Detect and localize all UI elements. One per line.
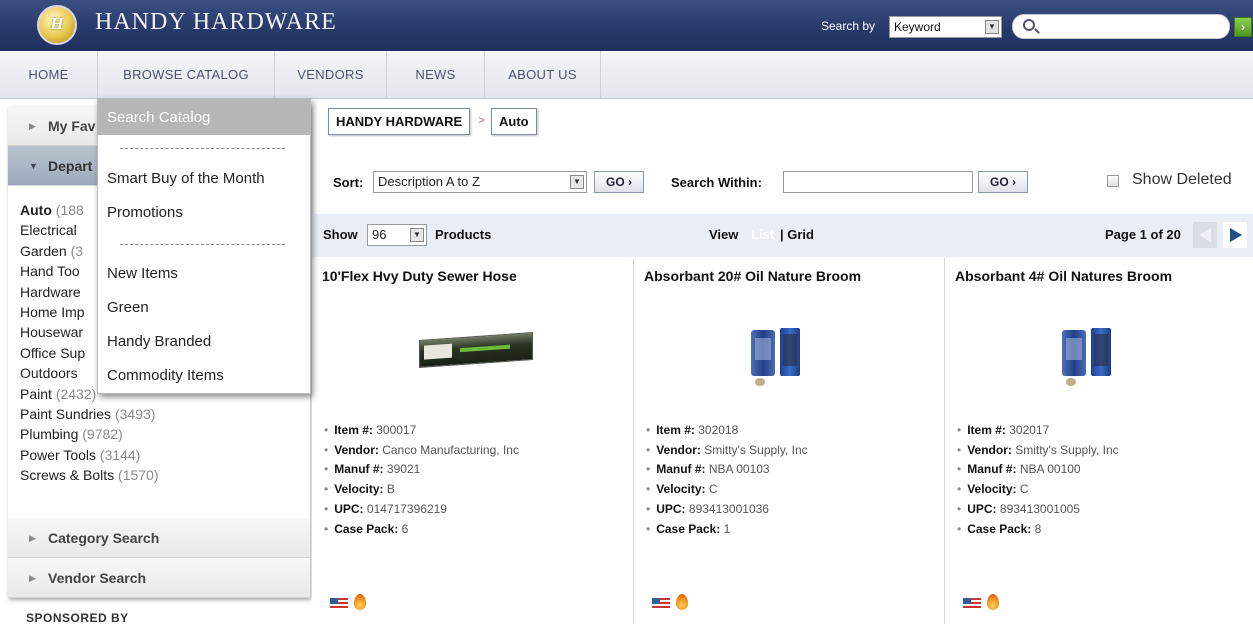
search-within-label: Search Within: <box>671 175 762 190</box>
menu-green[interactable]: Green <box>98 292 310 324</box>
nav-vendors[interactable]: VENDORS <box>275 51 387 99</box>
dept-item[interactable]: Paint Sundries (3493) <box>20 404 159 424</box>
sort-label: Sort: <box>333 175 364 190</box>
nav-home[interactable]: HOME <box>0 51 98 99</box>
product-specs: Item #: 302018 Vendor: Smitty's Supply, … <box>646 421 807 539</box>
chevron-down-icon: ▼ <box>570 175 584 189</box>
menu-search-catalog[interactable]: Search Catalog <box>98 99 310 135</box>
main-nav: HOME BROWSE CATALOG VENDORS NEWS ABOUT U… <box>0 51 1253 99</box>
show-deleted-label: Show Deleted <box>1132 171 1232 188</box>
search-input[interactable] <box>1012 14 1230 39</box>
chevron-down-icon: ▼ <box>410 228 424 242</box>
product-title[interactable]: Absorbant 4# Oil Natures Broom <box>955 268 1172 284</box>
view-label: View <box>709 227 739 242</box>
nav-news[interactable]: NEWS <box>387 51 485 99</box>
view-grid-link[interactable]: | Grid <box>780 227 814 242</box>
products-label: Products <box>435 227 492 242</box>
product-card[interactable]: Absorbant 20# Oil Nature Broom Item #: 3… <box>633 258 945 624</box>
chevron-right-icon: ▶ <box>29 121 36 131</box>
chevron-right-icon: ▶ <box>29 533 36 543</box>
hot-item-icon <box>676 594 688 610</box>
menu-promotions[interactable]: Promotions <box>98 197 310 229</box>
sort-go-button[interactable]: GO › <box>594 171 644 193</box>
show-label: Show <box>323 227 358 242</box>
dept-item[interactable]: Screws & Bolts (1570) <box>20 465 159 485</box>
dept-item[interactable]: Power Tools (3144) <box>20 445 159 465</box>
breadcrumb-separator: > <box>478 113 486 127</box>
menu-handy-branded[interactable]: Handy Branded <box>98 326 310 358</box>
product-specs: Item #: 300017 Vendor: Canco Manufacturi… <box>324 421 519 539</box>
hot-item-icon <box>354 594 366 610</box>
menu-smart-buy[interactable]: Smart Buy of the Month <box>98 163 310 195</box>
menu-divider <box>120 148 285 149</box>
product-image[interactable] <box>419 332 533 368</box>
product-card[interactable]: 10'Flex Hvy Duty Sewer Hose Item #: 3000… <box>312 258 624 624</box>
page-indicator: Page 1 of 20 <box>1105 227 1181 242</box>
usa-flag-icon <box>963 598 981 610</box>
menu-commodity-items[interactable]: Commodity Items <box>98 360 310 392</box>
product-specs: Item #: 302017 Vendor: Smitty's Supply, … <box>957 421 1118 539</box>
top-header: H HANDY HARDWARE Search by Keyword ▼ › <box>0 0 1253 51</box>
search-within-go-button[interactable]: GO › <box>978 171 1028 193</box>
chevron-down-icon: ▼ <box>29 161 38 171</box>
chevron-right-icon: ▶ <box>29 573 36 583</box>
nav-about-us[interactable]: ABOUT US <box>485 51 601 99</box>
search-within-input[interactable] <box>783 171 973 193</box>
breadcrumb-home[interactable]: HANDY HARDWARE <box>328 108 471 135</box>
breadcrumb-current[interactable]: Auto <box>491 108 537 135</box>
usa-flag-icon <box>652 598 670 610</box>
usa-flag-icon <box>330 598 348 610</box>
show-deleted-checkbox[interactable] <box>1107 175 1119 187</box>
next-page-icon[interactable] <box>1223 222 1247 248</box>
search-icon <box>1023 19 1035 31</box>
sidebar-category-search[interactable]: ▶ Category Search <box>8 518 310 558</box>
search-by-select[interactable]: Keyword ▼ <box>889 16 1002 38</box>
sponsored-label: SPONSORED BY <box>26 611 129 624</box>
product-title[interactable]: 10'Flex Hvy Duty Sewer Hose <box>322 268 517 284</box>
dept-item[interactable]: Plumbing (9782) <box>20 424 159 444</box>
search-by-label: Search by <box>821 19 876 33</box>
menu-new-items[interactable]: New Items <box>98 258 310 290</box>
nav-browse-catalog[interactable]: BROWSE CATALOG <box>98 51 275 99</box>
view-list-link[interactable]: List <box>751 227 774 242</box>
product-title[interactable]: Absorbant 20# Oil Nature Broom <box>644 268 861 284</box>
chevron-down-icon: ▼ <box>985 20 999 34</box>
sidebar-vendor-search[interactable]: ▶ Vendor Search <box>8 558 310 598</box>
brand-title[interactable]: HANDY HARDWARE <box>95 9 337 36</box>
per-page-select[interactable]: 96 ▼ <box>367 224 427 246</box>
hot-item-icon <box>987 594 999 610</box>
menu-divider <box>120 244 285 245</box>
sort-select[interactable]: Description A to Z ▼ <box>373 171 587 193</box>
prev-page-icon[interactable] <box>1193 222 1217 248</box>
search-go-button[interactable]: › <box>1234 17 1252 37</box>
browse-catalog-menu: Search Catalog Smart Buy of the Month Pr… <box>97 98 311 394</box>
product-card[interactable]: Absorbant 4# Oil Natures Broom Item #: 3… <box>944 258 1253 624</box>
logo-icon[interactable]: H <box>37 5 77 45</box>
